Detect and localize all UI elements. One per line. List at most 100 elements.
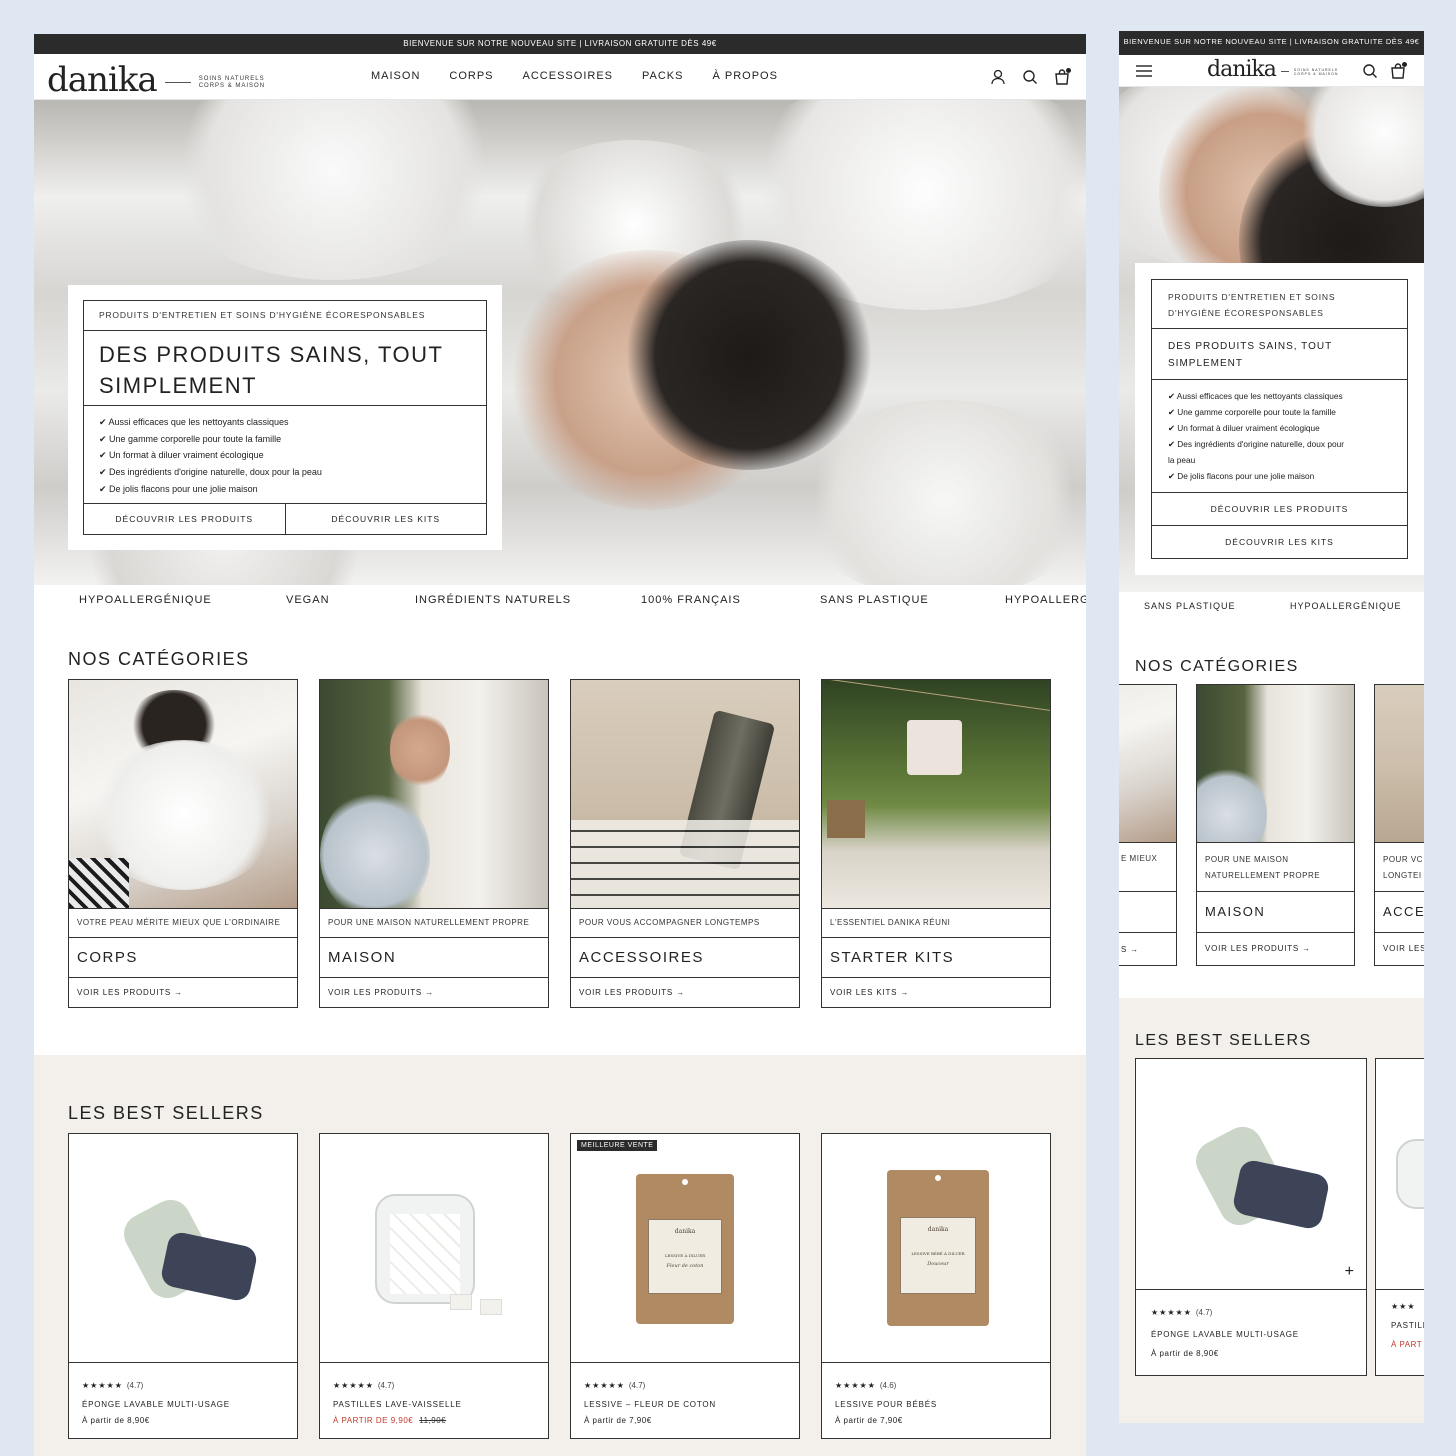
nav-item-accessoires[interactable]: ACCESSOIRES: [523, 70, 613, 82]
site-header: danika SOINS NATURELS CORPS & MAISON: [1119, 55, 1424, 87]
product-name[interactable]: LESSIVE – FLEUR DE COTON: [584, 1400, 786, 1409]
product-card[interactable]: danika LESSIVE À DILUER Fleur de coton M…: [570, 1133, 800, 1439]
product-name[interactable]: PASTILLES LAVE-VAISSELLE: [333, 1400, 535, 1409]
category-subtitle: L'ESSENTIEL DANIKA RÉUNI: [822, 909, 1050, 938]
product-price: À partir de 8,90€: [1151, 1349, 1219, 1358]
category-name: MAISON: [1197, 892, 1354, 933]
hero-eyebrow-line: D'HYGIÈNE ÉCORESPONSABLES: [1168, 308, 1324, 318]
search-icon[interactable]: [1020, 67, 1040, 87]
rating-stars: ★★★★★: [333, 1381, 374, 1390]
search-icon[interactable]: [1360, 61, 1380, 81]
category-subtitle-line: POUR UNE MAISON: [1205, 855, 1289, 864]
category-card-starter-kits[interactable]: L'ESSENTIEL DANIKA RÉUNI STARTER KITS VO…: [821, 679, 1051, 1008]
hero-bullet: ✔ Aussi efficaces que les nettoyants cla…: [1168, 391, 1343, 401]
logo-tagline: SOINS NATURELS CORPS & MAISON: [1294, 68, 1339, 76]
category-card-maison[interactable]: POUR UNE MAISON NATURELLEMENT PROPRE MAI…: [1196, 684, 1355, 966]
category-card-corps[interactable]: VOTRE PEAU MÉRITE MIEUX QUE L'ORDINAIRE …: [68, 679, 298, 1008]
product-old-price: 11,90€: [419, 1416, 447, 1425]
product-image: [320, 1134, 548, 1363]
discover-products-button[interactable]: DÉCOUVRIR LES PRODUITS: [1152, 493, 1407, 526]
hero-bullet: ✔ Aussi efficaces que les nettoyants cla…: [99, 417, 289, 427]
logo-divider: [164, 81, 191, 83]
clothesline-shape: [823, 680, 1050, 712]
product-info: ★★★★★ (4.7) LESSIVE – FLEUR DE COTON À pa…: [571, 1363, 799, 1425]
pouch-label-line: LESSIVE À DILUER: [664, 1253, 706, 1258]
category-link[interactable]: VOIR LES PRODUITS →: [69, 978, 297, 1007]
logo-wordmark: danika: [1207, 57, 1277, 82]
site-logo[interactable]: danika SOINS NATURELS CORPS & MAISON: [47, 60, 265, 100]
site-logo[interactable]: danika SOINS NATURELS CORPS & MAISON: [1207, 57, 1338, 82]
category-subtitle: POUR VOUS ACCOMPAGNER LONGTEMPS: [571, 909, 799, 938]
categories-title: NOS CATÉGORIES: [1135, 658, 1299, 675]
tablet-shape: [450, 1294, 472, 1310]
hero-bullet: ✔ Des ingrédients d'origine naturelle, d…: [99, 467, 322, 478]
category-card-corps[interactable]: E MIEUX S →: [1119, 684, 1177, 966]
tablet-shape: [480, 1299, 502, 1315]
quick-add-icon[interactable]: +: [1345, 1263, 1354, 1281]
hero-eyebrow-line: PRODUITS D'ENTRETIEN ET SOINS: [1168, 292, 1336, 302]
rating-value: (4.7): [1195, 1308, 1213, 1317]
product-card[interactable]: danika LESSIVE BÉBÉ À DILUER Douceur ★★★…: [821, 1133, 1051, 1439]
product-info: ★★★ PASTILL À PART: [1376, 1290, 1424, 1349]
usp-item: VEGAN: [286, 594, 330, 606]
logo-tagline-2: CORPS & MAISON: [198, 83, 266, 89]
product-name[interactable]: ÉPONGE LAVABLE MULTI-USAGE: [82, 1400, 284, 1409]
towel-shape: [571, 820, 799, 908]
logo-tagline-1: SOINS NATURELS: [198, 76, 265, 82]
discover-products-button[interactable]: DÉCOUVRIR LES PRODUITS: [84, 504, 286, 534]
category-link[interactable]: VOIR LES KITS →: [822, 978, 1050, 1007]
bestseller-badge: MEILLEURE VENTE: [577, 1140, 658, 1151]
discover-kits-button[interactable]: DÉCOUVRIR LES KITS: [1152, 526, 1407, 558]
category-name: CORPS: [69, 938, 297, 978]
hero-card-inner: PRODUITS D'ENTRETIEN ET SOINS D'HYGIÈNE …: [1151, 279, 1408, 559]
bestsellers-title: LES BEST SELLERS: [1135, 1032, 1312, 1049]
category-card-accessoires[interactable]: POUR VOUS ACCOMPAGNER LONGTEMPS ACCESSOI…: [570, 679, 800, 1008]
category-link[interactable]: VOIR LES: [1375, 933, 1424, 965]
rating-stars: ★★★★★: [82, 1381, 123, 1390]
pouch-brand: danika: [927, 1226, 949, 1233]
category-name: MAISON: [320, 938, 548, 978]
cart-icon[interactable]: [1388, 61, 1408, 81]
category-image-starter-kits: [822, 680, 1050, 909]
category-subtitle: VOTRE PEAU MÉRITE MIEUX QUE L'ORDINAIRE: [69, 909, 297, 938]
rating-stars: ★★★★★: [584, 1381, 625, 1390]
discover-kits-button[interactable]: DÉCOUVRIR LES KITS: [286, 504, 487, 534]
hero-bullet: ✔ Une gamme corporelle pour toute la fam…: [1168, 407, 1336, 417]
account-icon[interactable]: [988, 67, 1008, 87]
announcement-bar: BIENVENUE SUR NOTRE NOUVEAU SITE | LIVRA…: [1119, 31, 1424, 55]
product-name[interactable]: ÉPONGE LAVABLE MULTI-USAGE: [1151, 1330, 1351, 1339]
category-image-accessoires: [571, 680, 799, 909]
nav-item-maison[interactable]: MAISON: [371, 70, 420, 82]
product-card[interactable]: ★★★★★ (4.7) PASTILLES LAVE-VAISSELLE À PA…: [319, 1133, 549, 1439]
product-card[interactable]: ★★★★★ (4.7) ÉPONGE LAVABLE MULTI-USAGE À …: [68, 1133, 298, 1439]
category-name: STARTER KITS: [822, 938, 1050, 978]
usp-item: 100% FRANÇAIS: [641, 594, 741, 606]
category-link[interactable]: S →: [1119, 933, 1176, 966]
product-image: danika LESSIVE BÉBÉ À DILUER Douceur: [822, 1134, 1050, 1363]
nav-item-corps[interactable]: CORPS: [449, 70, 493, 82]
hero-card-inner: PRODUITS D'ENTRETIEN ET SOINS D'HYGIÈNE …: [83, 300, 487, 535]
product-image: [1376, 1059, 1424, 1290]
product-card[interactable]: + ★★★★★ (4.7) ÉPONGE LAVABLE MULTI-USAGE …: [1135, 1058, 1367, 1376]
product-card[interactable]: ★★★ PASTILL À PART: [1375, 1058, 1424, 1376]
category-card-accessoires[interactable]: POUR VC LONGTEI ACCE VOIR LES: [1374, 684, 1424, 966]
category-subtitle: POUR UNE MAISON NATURELLEMENT PROPRE: [320, 909, 548, 938]
menu-icon[interactable]: [1134, 61, 1154, 81]
hero-bullet-list: ✔ Aussi efficaces que les nettoyants cla…: [1152, 380, 1407, 493]
mobile-frame: BIENVENUE SUR NOTRE NOUVEAU SITE | LIVRA…: [1119, 31, 1424, 1423]
product-name[interactable]: LESSIVE POUR BÉBÉS: [835, 1400, 1037, 1409]
nav-item-a-propos[interactable]: À PROPOS: [712, 70, 777, 82]
hero-title: DES PRODUITS SAINS, TOUT SIMPLEMENT: [84, 331, 486, 406]
rating-value: (4.7): [126, 1381, 144, 1390]
category-link[interactable]: VOIR LES PRODUITS →: [320, 978, 548, 1007]
category-link[interactable]: VOIR LES PRODUITS →: [571, 978, 799, 1007]
product-info: ★★★★★ (4.7) ÉPONGE LAVABLE MULTI-USAGE À …: [1136, 1290, 1366, 1358]
cart-icon[interactable]: [1052, 67, 1072, 87]
category-card-maison[interactable]: POUR UNE MAISON NATURELLEMENT PROPRE MAI…: [319, 679, 549, 1008]
nav-item-packs[interactable]: PACKS: [642, 70, 683, 82]
product-name[interactable]: PASTILL: [1391, 1321, 1424, 1330]
hero-bullet-list: ✔ Aussi efficaces que les nettoyants cla…: [84, 406, 486, 504]
category-link[interactable]: VOIR LES PRODUITS →: [1197, 933, 1354, 965]
usp-item: HYPOALLERGÉNIQUE: [79, 594, 212, 606]
rating-stars: ★★★★★: [835, 1381, 876, 1390]
